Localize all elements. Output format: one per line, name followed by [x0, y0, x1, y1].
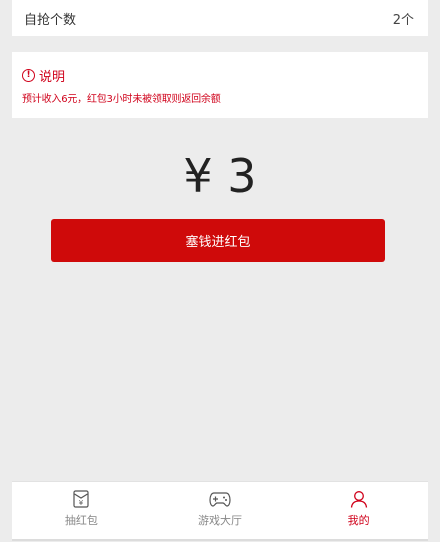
self-grab-label: 自抢个数	[24, 12, 77, 28]
amount-display: ¥ 3	[183, 149, 257, 203]
user-icon	[350, 491, 367, 508]
gamepad-icon	[209, 492, 231, 507]
tab-label: 抽红包	[64, 514, 98, 527]
svg-text:¥: ¥	[79, 499, 84, 507]
tab-label: 游戏大厅	[198, 514, 242, 527]
note-panel: ! 说明 预计收入6元，红包3小时未被领取则返回余额	[12, 52, 428, 118]
note-title: 说明	[39, 69, 66, 85]
red-envelope-icon: ¥	[73, 490, 89, 508]
tab-game-hall[interactable]: 游戏大厅	[151, 482, 290, 540]
tab-label: 我的	[347, 514, 370, 527]
bottom-divider	[12, 539, 428, 541]
tab-mine[interactable]: 我的	[289, 482, 428, 540]
warning-icon: !	[22, 68, 35, 82]
self-grab-value: 2个	[392, 12, 414, 28]
submit-money-button[interactable]: 塞钱进红包	[51, 219, 385, 262]
screen: 自抢个数 2个 ! 说明 预计收入6元，红包3小时未被领取则返回余额 ¥ 3 塞…	[0, 0, 440, 542]
self-grab-row: 自抢个数 2个	[12, 0, 428, 36]
tab-bar: ¥ 抽红包 游戏大厅 我的	[12, 481, 428, 540]
tab-grab-envelope[interactable]: ¥ 抽红包	[12, 482, 151, 540]
note-text: 预计收入6元，红包3小时未被领取则返回余额	[22, 94, 221, 105]
note-title-row: ! 说明	[22, 66, 428, 85]
